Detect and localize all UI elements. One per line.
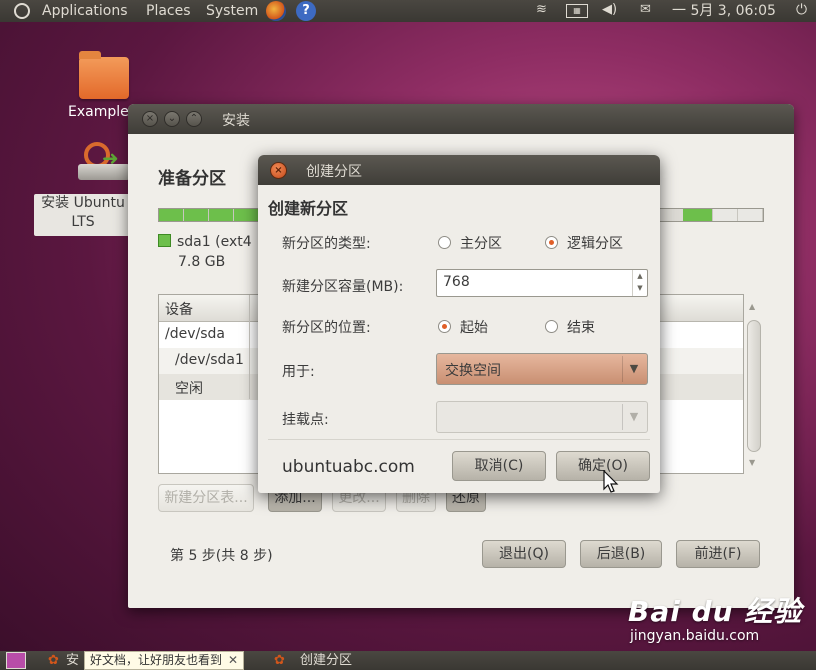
tooltip-text: 好文档，让好朋友也看到 <box>90 653 223 667</box>
network-icon[interactable]: ≋ <box>536 2 547 17</box>
dialog-title: 创建分区 <box>306 164 362 180</box>
create-partition-dialog: × 创建分区 创建新分区 新分区的类型: 主分区 逻辑分区 新建分区容量(MB)… <box>258 155 660 493</box>
radio-logical-label[interactable]: 逻辑分区 <box>567 233 623 253</box>
baidu-url: jingyan.baidu.com <box>630 628 760 644</box>
dialog-titlebar[interactable]: × 创建分区 <box>258 155 660 185</box>
row-free: 空闲 <box>175 381 203 397</box>
menu-places[interactable]: Places <box>146 1 191 21</box>
help-icon[interactable]: ? <box>296 1 316 21</box>
use-as-label: 用于: <box>282 364 315 380</box>
task-icon[interactable]: ✿ <box>48 652 59 669</box>
close-icon[interactable]: ✕ <box>228 652 238 669</box>
power-icon[interactable]: ⏻ <box>796 2 807 18</box>
firefox-icon[interactable] <box>266 1 286 21</box>
task-icon[interactable]: ✿ <box>274 652 285 669</box>
task-installer[interactable]: 安 <box>66 652 79 669</box>
radio-primary-label[interactable]: 主分区 <box>460 233 502 253</box>
use-as-select[interactable]: 交换空间 ▼ <box>436 353 648 385</box>
scroll-thumb[interactable] <box>747 320 761 452</box>
radio-end-label[interactable]: 结束 <box>567 317 595 337</box>
close-icon[interactable]: × <box>270 162 287 179</box>
forward-button[interactable]: 前进(F) <box>676 540 760 568</box>
minimize-icon[interactable]: ⌄ <box>164 111 180 127</box>
row-sda: /dev/sda <box>165 326 225 342</box>
cursor-icon <box>603 470 619 493</box>
installer-titlebar[interactable]: × ⌄ ⌃ 安装 <box>128 104 794 134</box>
back-button[interactable]: 后退(B) <box>580 540 662 568</box>
maximize-icon[interactable]: ⌃ <box>186 111 202 127</box>
new-partition-table-button[interactable]: 新建分区表... <box>158 484 254 512</box>
cancel-button[interactable]: 取消(C) <box>452 451 546 481</box>
top-panel: Applications Places System ? ≋ ▦ ◀) ✉ 一 … <box>0 0 816 22</box>
dialog-heading: 创建新分区 <box>268 199 349 218</box>
scroll-down-icon[interactable]: ▼ <box>749 458 755 467</box>
volume-icon[interactable]: ◀) <box>602 2 617 17</box>
share-tooltip[interactable]: 好文档，让好朋友也看到 ✕ <box>84 651 244 670</box>
dropdown-arrow-icon[interactable]: ▼ <box>622 356 645 382</box>
spin-arrows-icon[interactable]: ▲ ▼ <box>632 270 647 296</box>
table-scrollbar[interactable]: ▲ ▼ <box>744 300 766 470</box>
scroll-up-icon[interactable]: ▲ <box>749 302 755 311</box>
watermark-text: ubuntuabc.com <box>282 457 415 477</box>
radio-primary[interactable] <box>438 236 451 249</box>
menu-system[interactable]: System <box>206 1 258 21</box>
legend-size: 7.8 GB <box>178 254 226 270</box>
size-value[interactable]: 768 <box>443 274 470 290</box>
column-header-device[interactable]: 设备 <box>165 299 193 319</box>
menu-applications[interactable]: Applications <box>42 1 128 21</box>
page-title: 准备分区 <box>158 169 226 189</box>
baidu-watermark: Bai du 经验 jingyan.baidu.com <box>628 590 803 644</box>
partition-type-label: 新分区的类型: <box>282 236 371 252</box>
folder-icon[interactable] <box>79 51 129 99</box>
position-label: 新分区的位置: <box>282 320 371 336</box>
installer-icon[interactable]: ➜ <box>78 142 130 182</box>
radio-logical[interactable] <box>545 236 558 249</box>
installer-label[interactable]: 安装 Ubuntu LTS <box>34 194 132 236</box>
step-indicator: 第 5 步(共 8 步) <box>170 548 273 564</box>
mail-icon[interactable]: ✉ <box>640 2 651 17</box>
legend-swatch <box>158 234 171 247</box>
dropdown-arrow-icon[interactable]: ▼ <box>622 404 645 430</box>
task-create-partition[interactable]: 创建分区 <box>300 652 352 669</box>
use-as-value: 交换空间 <box>445 363 501 379</box>
close-icon[interactable]: × <box>142 111 158 127</box>
examples-label[interactable]: Example <box>68 104 129 120</box>
row-sda1: /dev/sda1 <box>175 352 244 368</box>
size-label: 新建分区容量(MB): <box>282 279 404 295</box>
installer-label-line2: LTS <box>71 214 95 230</box>
keyboard-icon[interactable]: ▦ <box>566 4 588 18</box>
clock[interactable]: 一 5月 3, 06:05 <box>672 1 776 21</box>
baidu-logo: Bai du 经验 <box>628 595 803 628</box>
installer-label-line1: 安装 Ubuntu <box>41 195 125 211</box>
mount-point-select[interactable]: ▼ <box>436 401 648 433</box>
mount-point-label: 挂载点: <box>282 412 329 428</box>
radio-beginning-label[interactable]: 起始 <box>460 317 488 337</box>
legend-name: sda1 (ext4 <box>177 234 252 250</box>
partition-legend: sda1 (ext4 7.8 GB <box>158 234 252 270</box>
ubuntu-logo-icon[interactable] <box>14 3 30 19</box>
quit-button[interactable]: 退出(Q) <box>482 540 566 568</box>
radio-end[interactable] <box>545 320 558 333</box>
installer-title: 安装 <box>222 113 250 129</box>
radio-beginning[interactable] <box>438 320 451 333</box>
show-desktop-icon[interactable] <box>6 652 26 669</box>
size-spinbox[interactable]: 768 ▲ ▼ <box>436 269 648 297</box>
